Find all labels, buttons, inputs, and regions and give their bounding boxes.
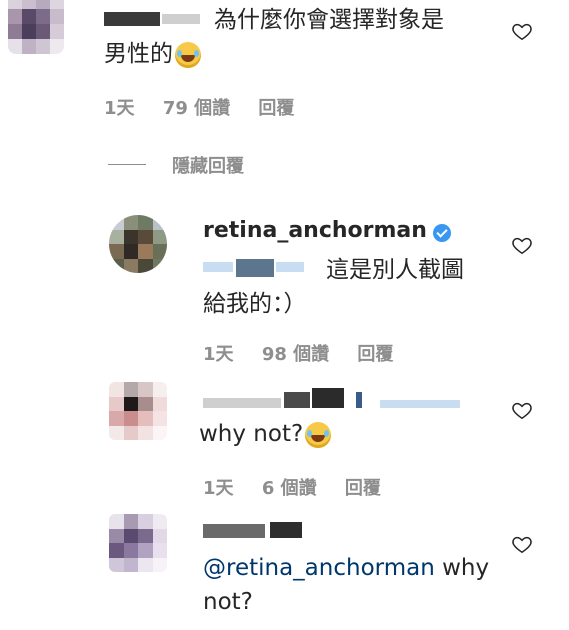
comment-text: 為什麼你會選擇對象是 (214, 7, 444, 33)
comment-text: 這是別人截圖 (326, 257, 464, 283)
redacted-mention-c (276, 262, 304, 272)
redacted-username-d (356, 392, 362, 408)
heart-icon[interactable] (511, 533, 533, 555)
laughing-emoji-icon (175, 41, 201, 68)
redacted-username-b (270, 522, 302, 538)
comment-1-text-line2: 男性的 (104, 36, 201, 72)
comment-3-meta: 1天 6 個讚 回覆 (203, 474, 403, 500)
comment-text: why not? (199, 421, 304, 447)
comment-time: 1天 (203, 344, 234, 365)
redacted-username-a (203, 398, 281, 408)
comment-4-text-line2: not? (203, 584, 253, 620)
reply-button[interactable]: 回覆 (357, 344, 393, 365)
hide-replies-button[interactable]: 隱藏回覆 (172, 152, 244, 178)
comment-text: 男性的 (104, 41, 173, 67)
heart-icon[interactable] (511, 399, 533, 421)
avatar-commenter-1[interactable] (8, 0, 64, 54)
reply-button[interactable]: 回覆 (345, 478, 381, 499)
avatar-commenter-3[interactable] (109, 382, 167, 440)
hide-replies-label[interactable]: 隱藏回覆 (172, 156, 244, 177)
redacted-mention-b (236, 259, 274, 277)
reply-1-header: retina_anchorman (203, 218, 451, 243)
redacted-username-e (380, 400, 460, 408)
comment-1-meta: 1天 79 個讚 回覆 (104, 94, 316, 120)
mention-link[interactable]: @retina_anchorman (203, 555, 435, 581)
comment-text: 給我的：） (203, 291, 307, 317)
avatar-retina-anchorman[interactable] (109, 215, 167, 273)
heart-icon[interactable] (511, 234, 533, 256)
like-count[interactable]: 6 個讚 (262, 478, 317, 499)
like-count[interactable]: 79 個讚 (163, 98, 230, 119)
redacted-username-c (312, 388, 344, 408)
reply-1-text-line1: 這是別人截圖 (326, 252, 464, 288)
heart-icon[interactable] (511, 20, 533, 42)
comment-time: 1天 (104, 98, 135, 119)
comment-4-text-line1: @retina_anchorman why (203, 550, 489, 586)
comment-3-text: why not? (199, 416, 332, 452)
redacted-mention-a (203, 262, 233, 272)
verified-badge-icon (432, 223, 451, 242)
redacted-username-a (203, 524, 265, 538)
comment-time: 1天 (203, 478, 234, 499)
reply-button[interactable]: 回覆 (258, 98, 294, 119)
username[interactable]: retina_anchorman (203, 218, 427, 243)
redacted-username (104, 12, 160, 26)
avatar-commenter-4[interactable] (109, 514, 167, 572)
comment-text: not? (203, 589, 253, 615)
redacted-username-b (284, 392, 310, 408)
reply-1-text-line2: 給我的：） (203, 286, 307, 322)
reply-1-meta: 1天 98 個讚 回覆 (203, 340, 415, 366)
comment-text: why (442, 555, 490, 581)
comment-1-text: 為什麼你會選擇對象是 (214, 2, 444, 38)
redacted-username-fade (162, 14, 200, 24)
laughing-emoji-icon (305, 421, 332, 448)
like-count[interactable]: 98 個讚 (262, 344, 329, 365)
hide-replies-divider (108, 164, 146, 165)
